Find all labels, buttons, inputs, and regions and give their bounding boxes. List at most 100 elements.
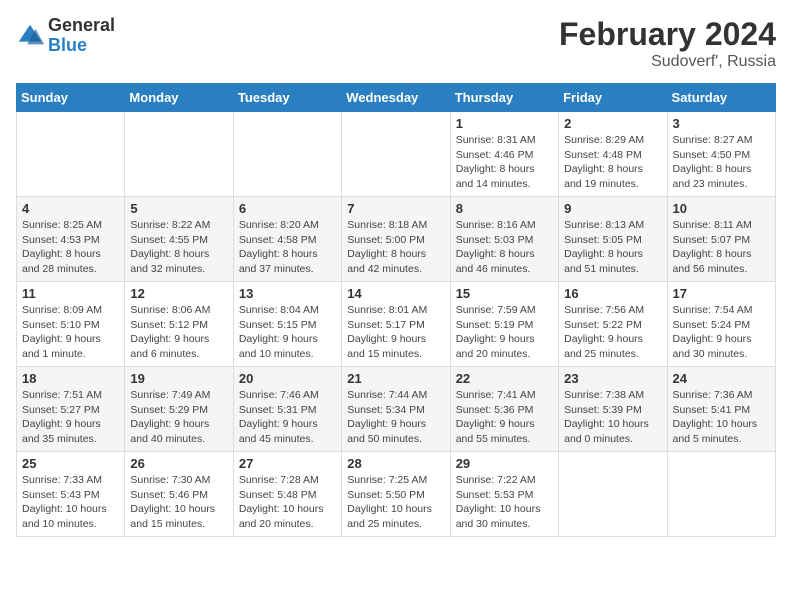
day-info: Sunrise: 7:38 AM Sunset: 5:39 PM Dayligh… xyxy=(564,388,661,447)
logo-text: General Blue xyxy=(48,16,115,56)
calendar-cell: 3 Sunrise: 8:27 AM Sunset: 4:50 PM Daylig… xyxy=(667,112,775,197)
day-info: Sunrise: 7:28 AM Sunset: 5:48 PM Dayligh… xyxy=(239,473,336,532)
day-info: Sunrise: 8:01 AM Sunset: 5:17 PM Dayligh… xyxy=(347,303,444,362)
day-number: 11 xyxy=(22,286,119,301)
day-number: 8 xyxy=(456,201,553,216)
day-info: Sunrise: 8:16 AM Sunset: 5:03 PM Dayligh… xyxy=(456,218,553,277)
week-row-3: 11 Sunrise: 8:09 AM Sunset: 5:10 PM Dayli… xyxy=(17,282,776,367)
calendar-cell: 13 Sunrise: 8:04 AM Sunset: 5:15 PM Dayli… xyxy=(233,282,341,367)
calendar-table: SundayMondayTuesdayWednesdayThursdayFrid… xyxy=(16,83,776,537)
day-number: 5 xyxy=(130,201,227,216)
calendar-cell: 21 Sunrise: 7:44 AM Sunset: 5:34 PM Dayli… xyxy=(342,367,450,452)
week-row-4: 18 Sunrise: 7:51 AM Sunset: 5:27 PM Dayli… xyxy=(17,367,776,452)
calendar-cell: 4Sunrise: 8:25 AM Sunset: 4:53 PM Daylig… xyxy=(17,197,125,282)
day-info: Sunrise: 7:30 AM Sunset: 5:46 PM Dayligh… xyxy=(130,473,227,532)
day-info: Sunrise: 7:33 AM Sunset: 5:43 PM Dayligh… xyxy=(22,473,119,532)
calendar-cell: 28 Sunrise: 7:25 AM Sunset: 5:50 PM Dayli… xyxy=(342,452,450,537)
day-info: Sunrise: 8:11 AM Sunset: 5:07 PM Dayligh… xyxy=(673,218,770,277)
calendar-cell: 18 Sunrise: 7:51 AM Sunset: 5:27 PM Dayli… xyxy=(17,367,125,452)
calendar-cell: 16 Sunrise: 7:56 AM Sunset: 5:22 PM Dayli… xyxy=(559,282,667,367)
calendar-cell: 11 Sunrise: 8:09 AM Sunset: 5:10 PM Dayli… xyxy=(17,282,125,367)
day-number: 23 xyxy=(564,371,661,386)
header-row: SundayMondayTuesdayWednesdayThursdayFrid… xyxy=(17,84,776,112)
calendar-cell: 25 Sunrise: 7:33 AM Sunset: 5:43 PM Dayli… xyxy=(17,452,125,537)
day-info: Sunrise: 8:22 AM Sunset: 4:55 PM Dayligh… xyxy=(130,218,227,277)
calendar-cell xyxy=(17,112,125,197)
calendar-cell xyxy=(233,112,341,197)
week-row-2: 4Sunrise: 8:25 AM Sunset: 4:53 PM Daylig… xyxy=(17,197,776,282)
calendar-cell: 19 Sunrise: 7:49 AM Sunset: 5:29 PM Dayli… xyxy=(125,367,233,452)
day-number: 1 xyxy=(456,116,553,131)
header-saturday: Saturday xyxy=(667,84,775,112)
day-info: Sunrise: 8:04 AM Sunset: 5:15 PM Dayligh… xyxy=(239,303,336,362)
day-number: 16 xyxy=(564,286,661,301)
subtitle: Sudoverf', Russia xyxy=(559,53,776,71)
day-number: 21 xyxy=(347,371,444,386)
day-number: 15 xyxy=(456,286,553,301)
calendar-cell: 17Sunrise: 7:54 AM Sunset: 5:24 PM Dayli… xyxy=(667,282,775,367)
day-info: Sunrise: 7:56 AM Sunset: 5:22 PM Dayligh… xyxy=(564,303,661,362)
header-thursday: Thursday xyxy=(450,84,558,112)
day-info: Sunrise: 8:13 AM Sunset: 5:05 PM Dayligh… xyxy=(564,218,661,277)
calendar-cell: 7Sunrise: 8:18 AM Sunset: 5:00 PM Daylig… xyxy=(342,197,450,282)
day-number: 24 xyxy=(673,371,770,386)
day-number: 6 xyxy=(239,201,336,216)
calendar-cell: 9 Sunrise: 8:13 AM Sunset: 5:05 PM Daylig… xyxy=(559,197,667,282)
calendar-cell xyxy=(125,112,233,197)
calendar-cell: 12 Sunrise: 8:06 AM Sunset: 5:12 PM Dayli… xyxy=(125,282,233,367)
header-tuesday: Tuesday xyxy=(233,84,341,112)
calendar-cell: 29 Sunrise: 7:22 AM Sunset: 5:53 PM Dayli… xyxy=(450,452,558,537)
logo-icon xyxy=(16,22,44,50)
day-number: 14 xyxy=(347,286,444,301)
day-info: Sunrise: 7:41 AM Sunset: 5:36 PM Dayligh… xyxy=(456,388,553,447)
day-info: Sunrise: 8:20 AM Sunset: 4:58 PM Dayligh… xyxy=(239,218,336,277)
day-info: Sunrise: 7:36 AM Sunset: 5:41 PM Dayligh… xyxy=(673,388,770,447)
calendar-cell xyxy=(342,112,450,197)
header-sunday: Sunday xyxy=(17,84,125,112)
day-info: Sunrise: 8:09 AM Sunset: 5:10 PM Dayligh… xyxy=(22,303,119,362)
header-wednesday: Wednesday xyxy=(342,84,450,112)
day-info: Sunrise: 7:25 AM Sunset: 5:50 PM Dayligh… xyxy=(347,473,444,532)
day-info: Sunrise: 7:59 AM Sunset: 5:19 PM Dayligh… xyxy=(456,303,553,362)
day-number: 18 xyxy=(22,371,119,386)
day-number: 13 xyxy=(239,286,336,301)
logo-general: General xyxy=(48,16,115,36)
day-info: Sunrise: 7:44 AM Sunset: 5:34 PM Dayligh… xyxy=(347,388,444,447)
logo-blue: Blue xyxy=(48,36,115,56)
day-number: 3 xyxy=(673,116,770,131)
day-number: 27 xyxy=(239,456,336,471)
calendar-cell: 10Sunrise: 8:11 AM Sunset: 5:07 PM Dayli… xyxy=(667,197,775,282)
day-number: 17 xyxy=(673,286,770,301)
calendar-cell: 6 Sunrise: 8:20 AM Sunset: 4:58 PM Daylig… xyxy=(233,197,341,282)
calendar-cell: 14 Sunrise: 8:01 AM Sunset: 5:17 PM Dayli… xyxy=(342,282,450,367)
calendar-cell: 26 Sunrise: 7:30 AM Sunset: 5:46 PM Dayli… xyxy=(125,452,233,537)
day-number: 2 xyxy=(564,116,661,131)
day-number: 28 xyxy=(347,456,444,471)
day-number: 19 xyxy=(130,371,227,386)
calendar-cell: 8 Sunrise: 8:16 AM Sunset: 5:03 PM Daylig… xyxy=(450,197,558,282)
header-friday: Friday xyxy=(559,84,667,112)
day-number: 20 xyxy=(239,371,336,386)
week-row-5: 25 Sunrise: 7:33 AM Sunset: 5:43 PM Dayli… xyxy=(17,452,776,537)
week-row-1: 1 Sunrise: 8:31 AM Sunset: 4:46 PM Daylig… xyxy=(17,112,776,197)
calendar-cell: 15 Sunrise: 7:59 AM Sunset: 5:19 PM Dayli… xyxy=(450,282,558,367)
day-number: 9 xyxy=(564,201,661,216)
day-number: 25 xyxy=(22,456,119,471)
day-number: 29 xyxy=(456,456,553,471)
day-info: Sunrise: 8:06 AM Sunset: 5:12 PM Dayligh… xyxy=(130,303,227,362)
day-info: Sunrise: 8:27 AM Sunset: 4:50 PM Dayligh… xyxy=(673,133,770,192)
calendar-cell: 5 Sunrise: 8:22 AM Sunset: 4:55 PM Daylig… xyxy=(125,197,233,282)
day-info: Sunrise: 8:25 AM Sunset: 4:53 PM Dayligh… xyxy=(22,218,119,277)
day-info: Sunrise: 7:49 AM Sunset: 5:29 PM Dayligh… xyxy=(130,388,227,447)
day-number: 26 xyxy=(130,456,227,471)
calendar-cell: 2Sunrise: 8:29 AM Sunset: 4:48 PM Daylig… xyxy=(559,112,667,197)
calendar-cell: 20 Sunrise: 7:46 AM Sunset: 5:31 PM Dayli… xyxy=(233,367,341,452)
day-info: Sunrise: 8:31 AM Sunset: 4:46 PM Dayligh… xyxy=(456,133,553,192)
day-number: 7 xyxy=(347,201,444,216)
day-info: Sunrise: 7:22 AM Sunset: 5:53 PM Dayligh… xyxy=(456,473,553,532)
day-info: Sunrise: 7:46 AM Sunset: 5:31 PM Dayligh… xyxy=(239,388,336,447)
day-info: Sunrise: 7:51 AM Sunset: 5:27 PM Dayligh… xyxy=(22,388,119,447)
main-title: February 2024 xyxy=(559,16,776,53)
title-block: February 2024 Sudoverf', Russia xyxy=(559,16,776,71)
day-number: 12 xyxy=(130,286,227,301)
